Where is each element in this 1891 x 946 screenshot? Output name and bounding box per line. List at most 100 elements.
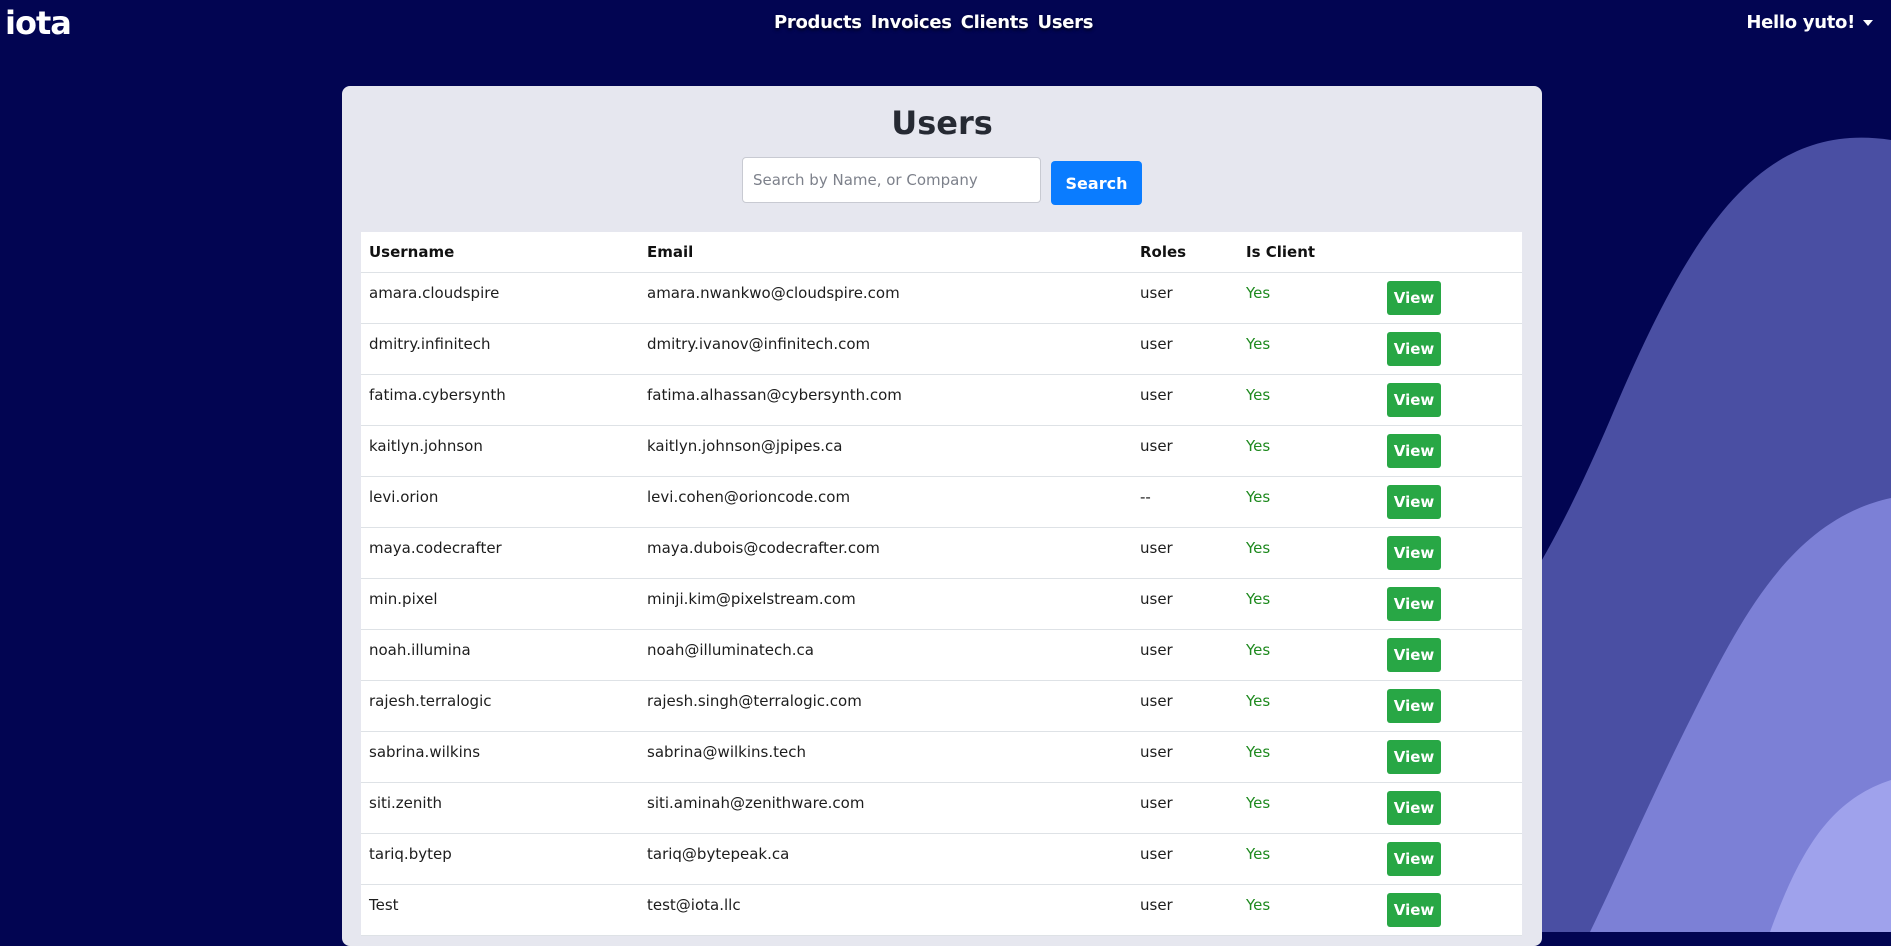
table-row: siti.zenith siti.aminah@zenithware.com use… <box>361 782 1522 834</box>
cell-is-client: Yes <box>1238 272 1379 324</box>
cell-username: tariq.bytep <box>361 833 639 885</box>
cell-actions: View <box>1379 425 1522 477</box>
table-row: levi.orion levi.cohen@orioncode.com -- Yes V… <box>361 476 1522 528</box>
table-header-row: Username Email Roles Is Client <box>361 232 1522 273</box>
cell-email: amara.nwankwo@cloudspire.com <box>639 272 1132 324</box>
cell-email: levi.cohen@orioncode.com <box>639 476 1132 528</box>
cell-email: siti.aminah@zenithware.com <box>639 782 1132 834</box>
header-actions <box>1379 232 1522 273</box>
table-row: Test test@iota.llc user Yes View <box>361 884 1522 936</box>
user-menu-toggle[interactable]: Hello yuto! <box>1746 12 1873 33</box>
table-row: min.pixel minji.kim@pixelstream.com user Ye… <box>361 578 1522 630</box>
view-user-button[interactable]: View <box>1387 790 1441 825</box>
search-button[interactable]: Search <box>1051 161 1142 205</box>
table-row: fatima.cybersynth fatima.alhassan@cybersy… <box>361 374 1522 426</box>
view-user-button[interactable]: View <box>1387 586 1441 621</box>
cell-is-client: Yes <box>1238 884 1379 936</box>
view-user-button[interactable]: View <box>1387 433 1441 468</box>
cell-is-client: Yes <box>1238 731 1379 783</box>
cell-username: maya.codecrafter <box>361 527 639 579</box>
cell-roles: user <box>1132 323 1238 375</box>
view-user-button[interactable]: View <box>1387 688 1441 723</box>
view-user-button[interactable]: View <box>1387 280 1441 315</box>
nav-products[interactable]: Products <box>774 12 862 33</box>
view-user-button[interactable]: View <box>1387 892 1441 927</box>
cell-roles: user <box>1132 731 1238 783</box>
nav-invoices[interactable]: Invoices <box>871 12 952 33</box>
cell-username: min.pixel <box>361 578 639 630</box>
header-roles: Roles <box>1132 232 1238 273</box>
cell-roles: user <box>1132 527 1238 579</box>
user-greeting: Hello yuto! <box>1746 12 1855 33</box>
table-row: amara.cloudspire amara.nwankwo@cloudspire… <box>361 272 1522 324</box>
view-user-button[interactable]: View <box>1387 637 1441 672</box>
main-nav: Products Invoices Clients Users <box>774 12 1093 33</box>
cell-is-client: Yes <box>1238 323 1379 375</box>
header-is-client: Is Client <box>1238 232 1379 273</box>
cell-actions: View <box>1379 629 1522 681</box>
view-user-button[interactable]: View <box>1387 535 1441 570</box>
cell-username: dmitry.infinitech <box>361 323 639 375</box>
table-row: kaitlyn.johnson kaitlyn.johnson@jpipes.ca… <box>361 425 1522 477</box>
table-row: noah.illumina noah@illuminatech.ca user Yes… <box>361 629 1522 681</box>
cell-email: minji.kim@pixelstream.com <box>639 578 1132 630</box>
cell-is-client: Yes <box>1238 527 1379 579</box>
cell-actions: View <box>1379 272 1522 324</box>
table-row: tariq.bytep tariq@bytepeak.ca user Yes View <box>361 833 1522 885</box>
cell-actions: View <box>1379 527 1522 579</box>
cell-username: siti.zenith <box>361 782 639 834</box>
cell-roles: -- <box>1132 476 1238 528</box>
view-user-button[interactable]: View <box>1387 739 1441 774</box>
view-user-button[interactable]: View <box>1387 331 1441 366</box>
cell-email: maya.dubois@codecrafter.com <box>639 527 1132 579</box>
cell-roles: user <box>1132 374 1238 426</box>
cell-is-client: Yes <box>1238 680 1379 732</box>
cell-username: noah.illumina <box>361 629 639 681</box>
view-user-button[interactable]: View <box>1387 484 1441 519</box>
iota-logo[interactable]: iota <box>5 4 72 42</box>
cell-email: noah@illuminatech.ca <box>639 629 1132 681</box>
table-row: sabrina.wilkins sabrina@wilkins.tech user Y… <box>361 731 1522 783</box>
view-user-button[interactable]: View <box>1387 382 1441 417</box>
users-table: Username Email Roles Is Client amara.clo… <box>361 232 1522 936</box>
users-table-body: amara.cloudspire amara.nwankwo@cloudspire… <box>361 272 1522 936</box>
cell-username: Test <box>361 884 639 936</box>
search-input[interactable] <box>742 157 1041 203</box>
header-email: Email <box>639 232 1132 273</box>
cell-is-client: Yes <box>1238 782 1379 834</box>
cell-is-client: Yes <box>1238 425 1379 477</box>
cell-roles: user <box>1132 833 1238 885</box>
cell-is-client: Yes <box>1238 374 1379 426</box>
cell-actions: View <box>1379 782 1522 834</box>
users-card: Users Search Username Email Roles Is Cli… <box>342 86 1542 946</box>
cell-roles: user <box>1132 629 1238 681</box>
cell-actions: View <box>1379 578 1522 630</box>
cell-actions: View <box>1379 884 1522 936</box>
top-navbar: iota Products Invoices Clients Users Hel… <box>0 0 1891 50</box>
cell-username: levi.orion <box>361 476 639 528</box>
cell-email: tariq@bytepeak.ca <box>639 833 1132 885</box>
table-row: maya.codecrafter maya.dubois@codecrafter.… <box>361 527 1522 579</box>
cell-actions: View <box>1379 374 1522 426</box>
nav-users[interactable]: Users <box>1038 12 1094 33</box>
cell-actions: View <box>1379 680 1522 732</box>
cell-email: test@iota.llc <box>639 884 1132 936</box>
cell-email: fatima.alhassan@cybersynth.com <box>639 374 1132 426</box>
cell-actions: View <box>1379 731 1522 783</box>
view-user-button[interactable]: View <box>1387 841 1441 876</box>
cell-roles: user <box>1132 680 1238 732</box>
cell-roles: user <box>1132 272 1238 324</box>
cell-username: amara.cloudspire <box>361 272 639 324</box>
cell-username: fatima.cybersynth <box>361 374 639 426</box>
nav-clients[interactable]: Clients <box>961 12 1029 33</box>
cell-username: sabrina.wilkins <box>361 731 639 783</box>
cell-roles: user <box>1132 578 1238 630</box>
cell-username: kaitlyn.johnson <box>361 425 639 477</box>
table-row: rajesh.terralogic rajesh.singh@terralogic… <box>361 680 1522 732</box>
header-username: Username <box>361 232 639 273</box>
cell-is-client: Yes <box>1238 833 1379 885</box>
cell-actions: View <box>1379 476 1522 528</box>
caret-down-icon <box>1863 19 1873 26</box>
cell-username: rajesh.terralogic <box>361 680 639 732</box>
cell-is-client: Yes <box>1238 629 1379 681</box>
